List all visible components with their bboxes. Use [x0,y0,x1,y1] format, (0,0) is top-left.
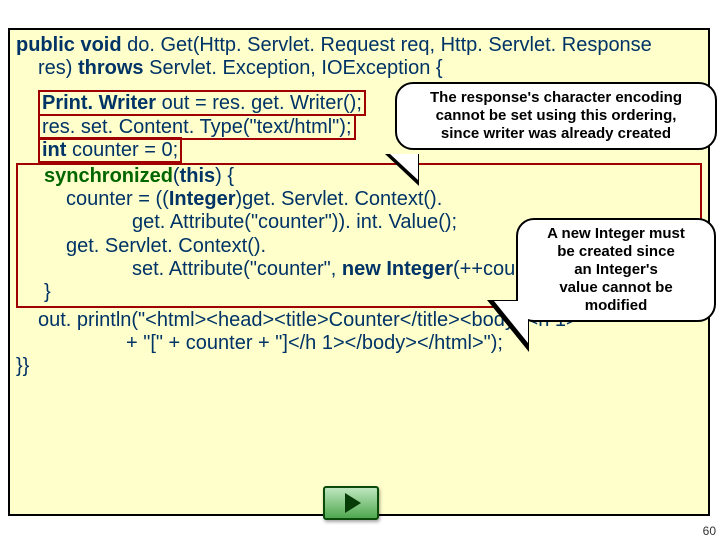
kw-throws: throws [78,57,144,79]
play-button[interactable] [323,486,379,520]
callout-text: since writer was already created [405,125,707,143]
callout-text: A new Integer must [526,225,706,243]
callout-text: be created since [526,243,706,261]
callout-integer: A new Integer must be created since an I… [516,218,716,322]
kw-new-integer: new Integer [342,258,453,280]
page-number: 60 [703,524,716,538]
code-line-13: + "[" + counter + "]</h 1></body></html>… [16,332,702,355]
callout-text: The response's character encoding [405,89,707,107]
kw-this: this [180,165,216,187]
kw-synchronized: synchronized [44,165,173,187]
callout-tail [390,154,418,180]
callout-text: value cannot be [526,279,706,297]
code-line-1: public void do. Get(Http. Servlet. Reque… [16,34,702,57]
callout-text: cannot be set using this ordering, [405,107,707,125]
code-line-7: counter = ((Integer)get. Servlet. Contex… [22,188,696,211]
callout-text: modified [526,297,706,315]
code-line-6: synchronized(this) { [22,165,696,188]
play-icon [345,493,361,513]
code-line-2: res) throws Servlet. Exception, IOExcept… [16,57,702,80]
callout-text: an Integer's [526,261,706,279]
type-printwriter: Print. Writer [42,92,156,114]
callout-encoding: The response's character encoding cannot… [395,82,717,150]
code-line-14: }} [16,355,702,378]
callout-tail [494,301,528,343]
type-integer: Integer [169,188,236,210]
kw-public-void: public void [16,34,122,56]
kw-int: int [42,139,66,161]
